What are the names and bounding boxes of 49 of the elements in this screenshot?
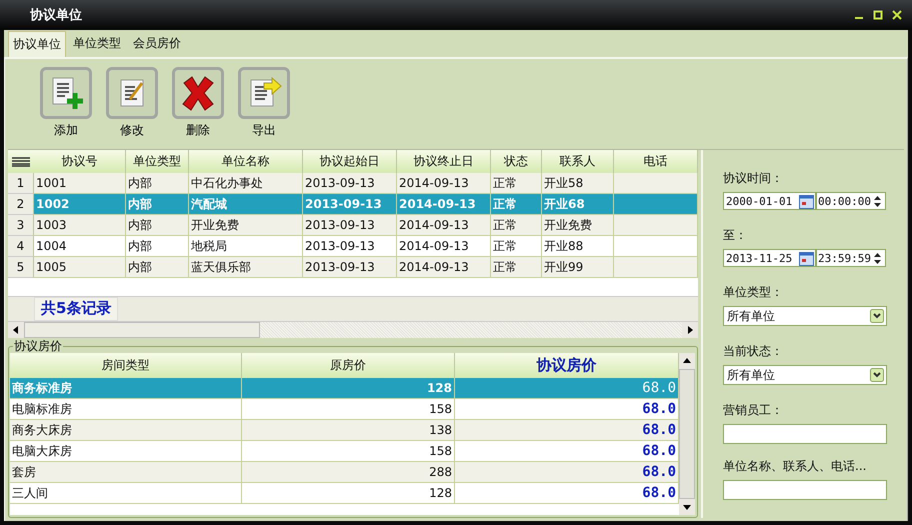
row-number: 3: [8, 215, 34, 236]
search-input-field[interactable]: [723, 480, 887, 500]
tab[interactable]: 协议单位: [8, 31, 66, 57]
list-icon: [11, 156, 31, 166]
field-label: 营销员工：: [723, 402, 784, 419]
table-cell: 三人间: [10, 483, 242, 504]
table-row[interactable]: 套房 288 68.0: [10, 462, 679, 483]
time-field[interactable]: 23:59:59: [816, 249, 886, 267]
date-field[interactable]: 2013-11-25: [723, 249, 816, 267]
field-label: 至：: [723, 227, 748, 244]
table-cell: 68.0: [455, 483, 679, 504]
unit-type-dropdown[interactable]: 所有单位: [723, 306, 887, 326]
row-number: 2: [8, 194, 34, 215]
table-row[interactable]: 商务大床房 138 68.0: [10, 420, 679, 441]
scroll-up-icon[interactable]: [679, 353, 695, 369]
horizontal-scrollbar[interactable]: [8, 321, 698, 338]
vertical-scrollbar[interactable]: [679, 353, 695, 515]
table-row[interactable]: 三人间 128 68.0: [10, 483, 679, 504]
record-count: 共5条记录: [34, 297, 118, 321]
table-row[interactable]: 4 1004 内部 地税局 2013-09-13 2014-09-13 正常 开业88: [8, 236, 698, 257]
field-label: 单位类型：: [723, 284, 784, 301]
table-row[interactable]: 2 1002 内部 汽配城 2013-09-13 2014-09-13 正常 开业68: [8, 194, 698, 215]
table-cell: 128: [242, 483, 455, 504]
calendar-icon[interactable]: [799, 250, 814, 266]
scroll-right-icon[interactable]: [682, 322, 698, 338]
scroll-left-icon[interactable]: [8, 322, 24, 338]
field-label: 单位名称、联系人、电话...: [723, 458, 868, 475]
scroll-down-icon[interactable]: [679, 499, 695, 515]
field-label: 当前状态：: [723, 343, 784, 360]
time-field[interactable]: 00:00:00: [816, 192, 886, 210]
table-row[interactable]: 1 1001 内部 中石化办事处 2013-09-13 2014-09-13 正常 开业58: [8, 173, 698, 194]
row-number: 1: [8, 173, 34, 194]
row-number: 5: [8, 257, 34, 278]
close-icon[interactable]: [892, 10, 902, 20]
window-title: 协议单位: [30, 6, 82, 24]
group-title: 协议房价: [13, 339, 63, 353]
status-dropdown[interactable]: 所有单位: [723, 365, 887, 385]
table-row[interactable]: 3 1003 内部 开业免费 2013-09-13 2014-09-13 正常 开业免费: [8, 215, 698, 236]
row-number: 4: [8, 236, 34, 257]
table-row[interactable]: 电脑标准房 158 68.0: [10, 399, 679, 420]
table-row[interactable]: 5 1005 内部 蓝天俱乐部 2013-09-13 2014-09-13 正常 开业99: [8, 257, 698, 278]
staff-input-field[interactable]: [723, 424, 887, 444]
table-row[interactable]: 电脑大床房 158 68.0: [10, 441, 679, 462]
maximize-icon[interactable]: [873, 10, 883, 20]
spin-arrows-icon[interactable]: [873, 252, 882, 264]
field-label: 协议时间：: [723, 170, 784, 187]
calendar-icon[interactable]: [799, 194, 814, 208]
date-field[interactable]: 2000-01-01: [723, 192, 816, 210]
spin-arrows-icon[interactable]: [873, 194, 882, 208]
